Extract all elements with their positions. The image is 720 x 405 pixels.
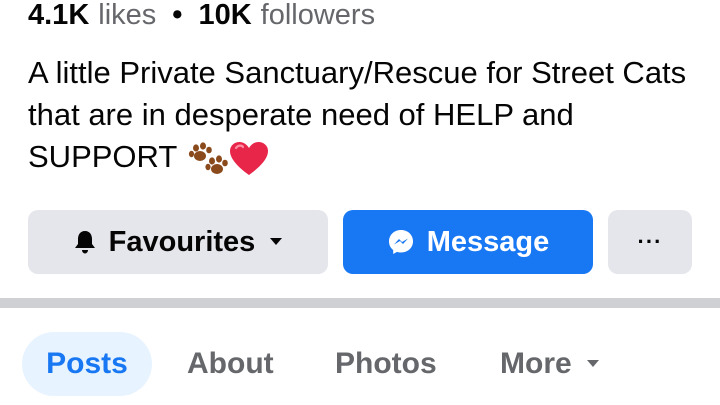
action-buttons: Favourites Message ··· (0, 210, 720, 274)
tab-more-label: More (500, 347, 572, 380)
followers-count[interactable]: 10K (198, 0, 251, 32)
page-tabs: Posts About Photos More (0, 332, 720, 396)
page-stats: 4.1K likes • 10K followers (28, 0, 375, 38)
paw-prints-icon (189, 142, 229, 174)
more-options-button[interactable]: ··· (608, 210, 692, 274)
message-button[interactable]: Message (343, 210, 593, 274)
page-bio: A little Private Sanctuary/Rescue for St… (28, 52, 708, 178)
favourites-button[interactable]: Favourites (28, 210, 328, 274)
tab-photos[interactable]: Photos (335, 332, 437, 396)
tab-photos-label: Photos (335, 347, 437, 380)
bio-text: A little Private Sanctuary/Rescue for St… (28, 55, 687, 174)
likes-label[interactable]: likes (98, 0, 156, 32)
heart-icon (230, 141, 269, 175)
chevron-down-icon (269, 237, 283, 247)
section-divider (0, 298, 720, 308)
tab-posts-label: Posts (46, 347, 128, 380)
tab-more[interactable]: More (500, 332, 600, 396)
message-label: Message (426, 225, 550, 258)
more-options-label: ··· (637, 229, 663, 254)
bell-icon (73, 229, 97, 255)
chevron-down-icon (586, 359, 600, 369)
tab-about[interactable]: About (187, 332, 274, 396)
favourites-label: Favourites (108, 225, 256, 258)
likes-count[interactable]: 4.1K (28, 0, 89, 32)
bio-emojis (187, 141, 269, 177)
tab-about-label: About (187, 347, 274, 380)
messenger-icon (387, 228, 415, 256)
tab-posts[interactable]: Posts (22, 332, 152, 396)
followers-label[interactable]: followers (261, 0, 375, 32)
stats-separator: • (172, 0, 183, 31)
